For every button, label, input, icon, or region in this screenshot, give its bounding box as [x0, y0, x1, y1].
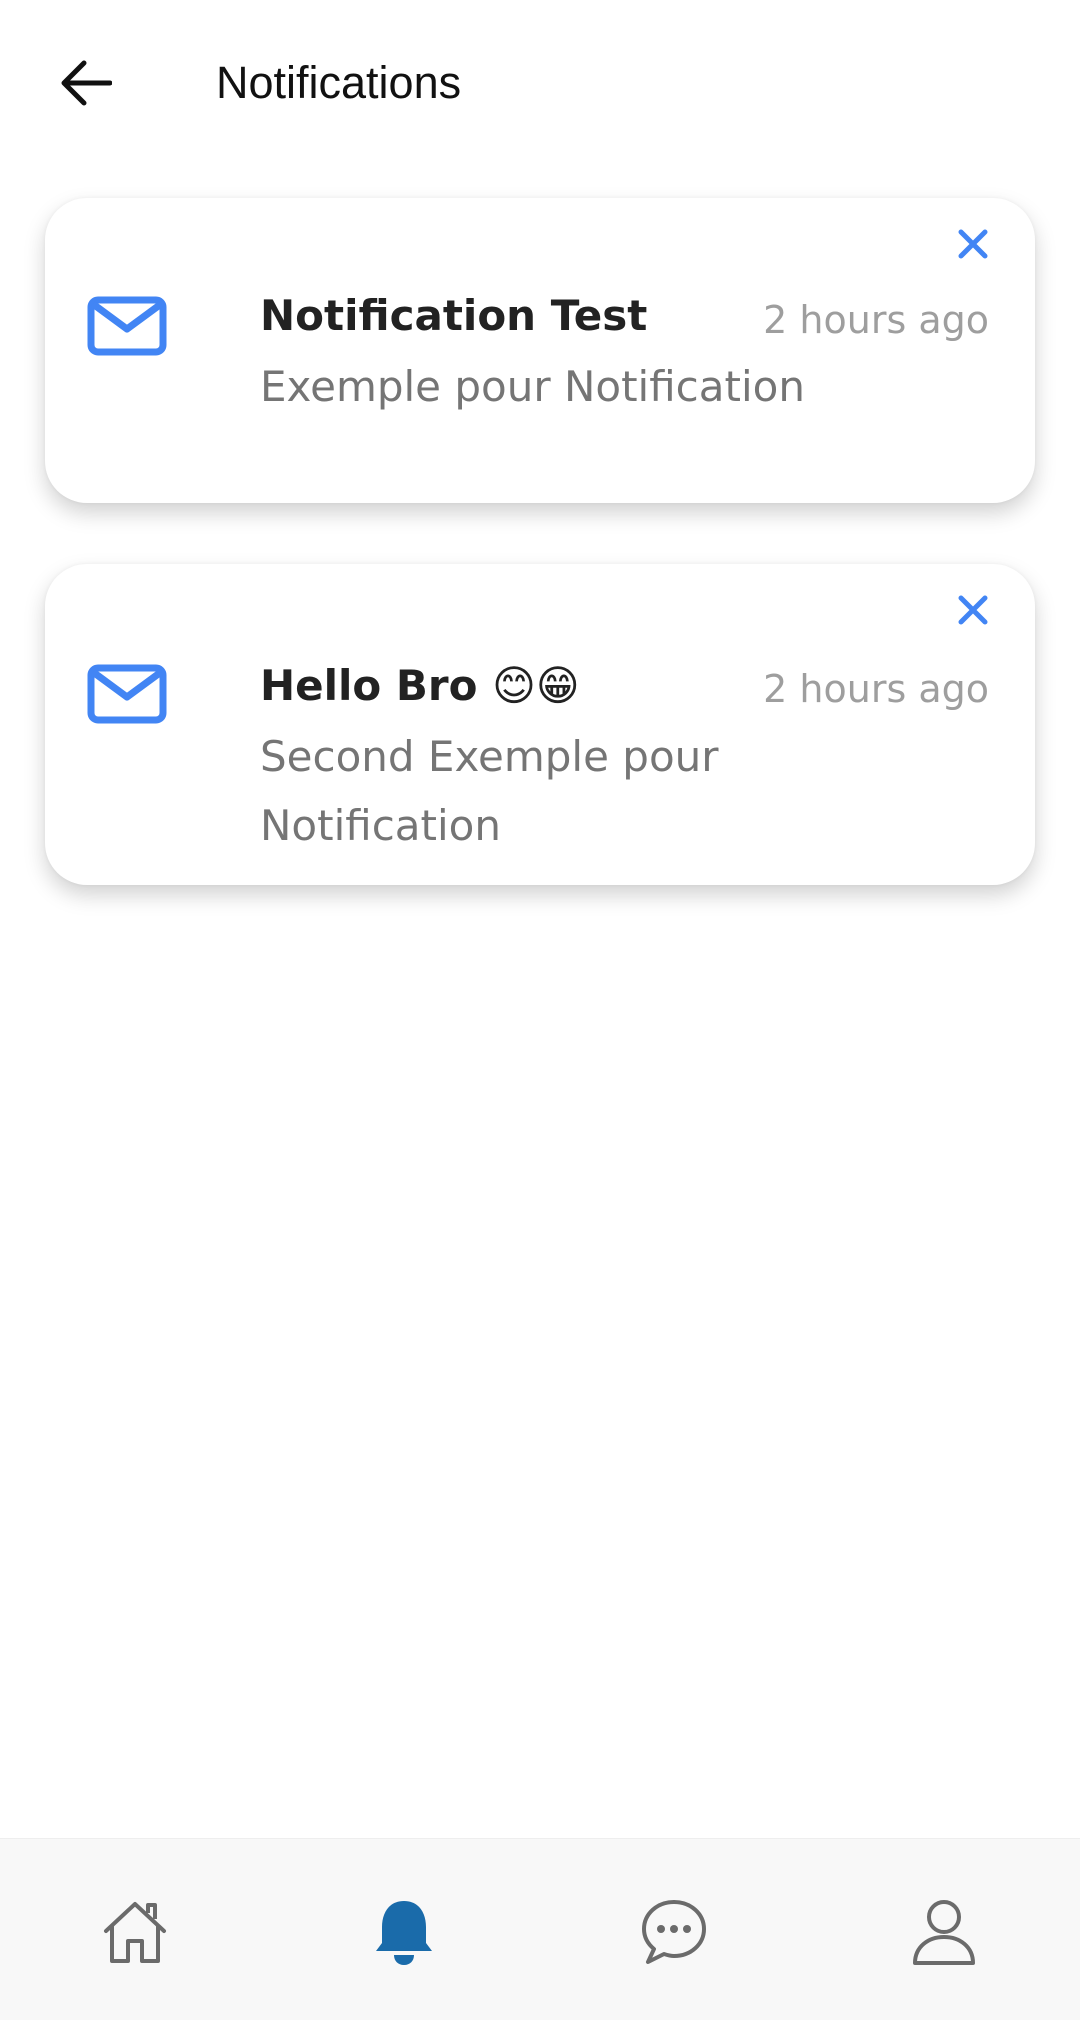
notification-card[interactable]: Notification Test 2 hours ago Exemple po… — [45, 198, 1035, 503]
notification-time: 2 hours ago — [763, 298, 989, 342]
notification-body: Exemple pour Notification — [260, 362, 805, 411]
bottom-nav — [0, 1838, 1080, 2020]
back-button[interactable] — [40, 37, 132, 129]
notification-title: Hello Bro 😊😁 — [260, 661, 580, 710]
notification-body: Second Exemple pour Notification — [260, 732, 719, 850]
nav-home-button[interactable] — [90, 1887, 180, 1977]
app-bar: Notifications — [0, 0, 1080, 166]
person-icon — [913, 1900, 975, 1965]
close-icon — [958, 229, 988, 259]
page-title: Notifications — [216, 57, 462, 108]
nav-profile-button[interactable] — [899, 1887, 989, 1977]
notification-card[interactable]: Hello Bro 😊😁 2 hours ago Second Exemple … — [45, 564, 1035, 885]
mail-icon — [87, 664, 167, 724]
notification-time: 2 hours ago — [763, 667, 989, 711]
arrow-left-icon — [61, 60, 112, 106]
mail-icon — [87, 296, 167, 356]
bell-icon — [376, 1901, 432, 1965]
notification-title: Notification Test — [260, 291, 648, 340]
chat-icon — [642, 1900, 706, 1964]
nav-messages-button[interactable] — [629, 1887, 719, 1977]
home-icon — [104, 1902, 166, 1963]
dismiss-button[interactable] — [951, 222, 995, 266]
nav-notifications-button[interactable] — [359, 1887, 449, 1977]
close-icon — [958, 595, 988, 625]
dismiss-button[interactable] — [951, 588, 995, 632]
